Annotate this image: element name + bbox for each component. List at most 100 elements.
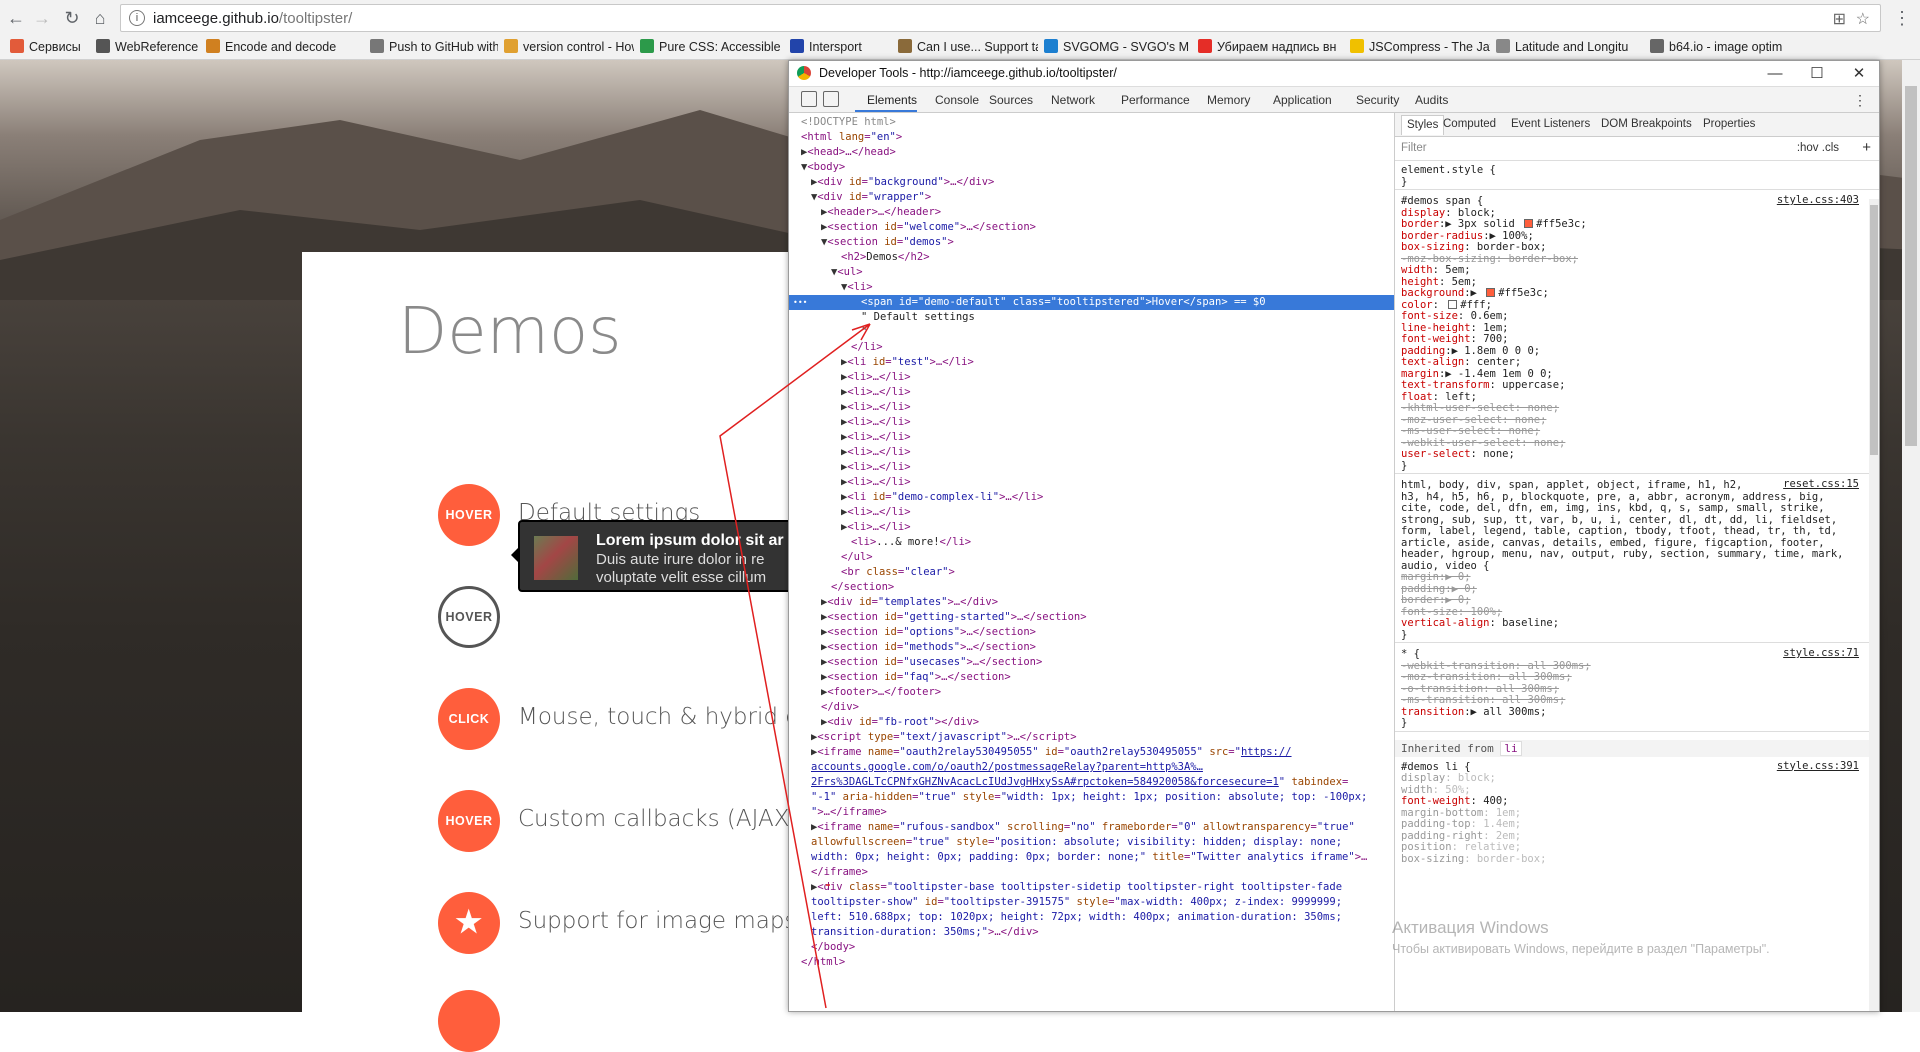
css-source-link[interactable]: style.css:391 xyxy=(1777,760,1859,772)
bookmark-item[interactable]: Latitude and Longitu xyxy=(1496,39,1628,54)
add-rule-icon[interactable]: + xyxy=(1862,139,1871,156)
tab-console[interactable]: Console xyxy=(935,93,979,107)
bookmark-item[interactable]: JSCompress - The Jav xyxy=(1350,39,1490,54)
device-toolbar-icon[interactable] xyxy=(823,91,839,107)
bookmark-item[interactable]: Убираем надпись вн xyxy=(1198,39,1336,54)
tab-sources[interactable]: Sources xyxy=(989,93,1033,107)
css-source-link[interactable]: style.css:71 xyxy=(1783,647,1859,659)
star-icon[interactable]: ★ xyxy=(438,892,500,954)
css-line[interactable]: transition:▶ all 300ms; xyxy=(1401,705,1546,719)
bookmark-item[interactable]: Intersport xyxy=(790,39,862,54)
dom-node[interactable]: </html> xyxy=(789,955,1394,970)
dom-node[interactable]: ▶<li>…</li> xyxy=(789,415,1394,430)
maximize-icon[interactable]: ☐ xyxy=(1803,63,1831,85)
address-bar[interactable]: i iamceege.github.io/tooltipster/ ☆ ⊞ xyxy=(120,4,1881,32)
dom-node[interactable]: left: 510.688px; top: 1020px; height: 72… xyxy=(789,910,1394,925)
dom-node[interactable]: ▶<li>…</li> xyxy=(789,400,1394,415)
css-line[interactable]: box-sizing: border-box; xyxy=(1401,852,1546,866)
bookmark-item[interactable]: Pure CSS: Accessible xyxy=(640,39,781,54)
dom-node[interactable]: accounts.google.com/o/oauth2/postmessage… xyxy=(789,760,1394,775)
dom-node[interactable]: ▼<div id="wrapper"> xyxy=(789,190,1394,205)
selected-dom-node[interactable]: <span id="demo-default" class="tooltipst… xyxy=(789,295,1394,310)
styles-tab-properties[interactable]: Properties xyxy=(1703,118,1755,130)
css-line[interactable]: } xyxy=(1401,628,1407,642)
close-icon[interactable]: ✕ xyxy=(1845,63,1873,85)
dom-node[interactable]: ▶<head>…</head> xyxy=(789,145,1394,160)
dom-node[interactable]: ▶<script type="text/javascript">…</scrip… xyxy=(789,730,1394,745)
dom-node[interactable]: ▶<section id="usecases">…</section> xyxy=(789,655,1394,670)
bookmark-item[interactable]: Сервисы xyxy=(10,39,81,54)
styles-tab-computed[interactable]: Computed xyxy=(1443,118,1496,130)
dom-node[interactable]: <li>...& more!</li> xyxy=(789,535,1394,550)
dom-node[interactable]: ▶<li>…</li> xyxy=(789,520,1394,535)
demo-badge[interactable]: HOVER xyxy=(438,586,500,648)
demo-badge[interactable]: HOVER xyxy=(438,484,500,546)
dom-node[interactable]: ▶<li id="demo-complex-li">…</li> xyxy=(789,490,1394,505)
dom-node[interactable]: 2Frs%3DAGLTcCPNfxGHZNvAcacLcIUdJvgHHxySs… xyxy=(789,775,1394,790)
tab-performance[interactable]: Performance xyxy=(1121,93,1190,107)
css-line[interactable]: element.style { xyxy=(1401,163,1496,177)
dom-node[interactable]: <h2>Demos</h2> xyxy=(789,250,1394,265)
dom-node[interactable]: ▶<div id="background">…</div> xyxy=(789,175,1394,190)
dom-node[interactable]: ▶<section id="welcome">…</section> xyxy=(789,220,1394,235)
translate-icon[interactable]: ⊞ xyxy=(1833,9,1846,29)
styles-tab-dom-breakpoints[interactable]: DOM Breakpoints xyxy=(1601,118,1692,130)
bookmark-item[interactable]: version control - How xyxy=(504,39,634,54)
dom-node[interactable]: ▶<li>…</li> xyxy=(789,460,1394,475)
css-line[interactable]: } xyxy=(1401,175,1407,189)
dom-node[interactable]: <!DOCTYPE html> xyxy=(789,115,1394,130)
dom-node[interactable]: ▶<li>…</li> xyxy=(789,445,1394,460)
dom-node[interactable]: allowfullscreen="true" style="position: … xyxy=(789,835,1394,850)
dom-node[interactable]: ▶<li>…</li> xyxy=(789,430,1394,445)
css-line[interactable]: user-select: none; xyxy=(1401,447,1515,461)
menu-icon[interactable]: ⋮ xyxy=(1890,6,1914,30)
dom-node[interactable]: tooltipster-show" id="tooltipster-391575… xyxy=(789,895,1394,910)
styles-tab-styles[interactable]: Styles xyxy=(1401,115,1445,135)
bookmark-item[interactable]: b64.io - image optim xyxy=(1650,39,1782,54)
inspect-icon[interactable] xyxy=(801,91,817,107)
dom-node[interactable]: transition-duration: 350ms;">…</div> xyxy=(789,925,1394,940)
dom-node[interactable]: ▶<footer>…</footer> xyxy=(789,685,1394,700)
dom-node[interactable]: ▼<section id="demos"> xyxy=(789,235,1394,250)
dom-node[interactable]: </section> xyxy=(789,580,1394,595)
elements-panel[interactable]: <!DOCTYPE html> <html lang="en"> ▶<head>…<… xyxy=(789,113,1395,1011)
more-icon[interactable]: ⋮ xyxy=(1853,92,1867,109)
dom-node[interactable]: ▶<section id="getting-started">…</sectio… xyxy=(789,610,1394,625)
dom-node[interactable]: ▼<li> xyxy=(789,280,1394,295)
dom-node[interactable]: ▶<div id="fb-root"></div> xyxy=(789,715,1394,730)
bookmark-item[interactable]: Encode and decode xyxy=(206,39,336,54)
tab-memory[interactable]: Memory xyxy=(1207,93,1250,107)
dom-node[interactable]: ▶<iframe name="oauth2relay530495055" id=… xyxy=(789,745,1394,760)
dom-node[interactable]: </body> xyxy=(789,940,1394,955)
dom-node[interactable]: ▶<li>…</li> xyxy=(789,505,1394,520)
styles-scrollbar[interactable] xyxy=(1869,199,1879,1011)
dom-node[interactable]: ▶<li id="test">…</li> xyxy=(789,355,1394,370)
back-icon[interactable]: ← xyxy=(4,6,28,30)
dom-node[interactable]: ▼<ul> xyxy=(789,265,1394,280)
tab-network[interactable]: Network xyxy=(1051,93,1095,107)
dom-node[interactable]: ▼<body> xyxy=(789,160,1394,175)
dom-node[interactable]: ▶<section id="options">…</section> xyxy=(789,625,1394,640)
dom-node[interactable]: </ul> xyxy=(789,550,1394,565)
dom-node[interactable]: ▶<header>…</header> xyxy=(789,205,1394,220)
dom-node[interactable]: </iframe> xyxy=(789,865,1394,880)
reload-icon[interactable]: ↻ xyxy=(60,6,84,30)
dom-node[interactable]: <br class="clear"> xyxy=(789,565,1394,580)
css-source-link[interactable]: reset.css:15 xyxy=(1783,478,1859,490)
dom-node[interactable]: ▶<div class="tooltipster-base tooltipste… xyxy=(789,880,1394,895)
bookmark-item[interactable]: Can I use... Support ta xyxy=(898,39,1038,54)
forward-icon[interactable]: → xyxy=(30,6,54,30)
demo-badge[interactable]: HOVER xyxy=(438,790,500,852)
tab-elements[interactable]: Elements xyxy=(867,93,917,107)
bookmark-item[interactable]: Push to GitHub witho xyxy=(370,39,498,54)
dom-node[interactable]: ▶<iframe name="rufous-sandbox" scrolling… xyxy=(789,820,1394,835)
dom-node[interactable]: ▶<li>…</li> xyxy=(789,475,1394,490)
dom-node[interactable]: ">…</iframe> xyxy=(789,805,1394,820)
dom-node[interactable]: </li> xyxy=(789,340,1394,355)
styles-filter[interactable]: Filter :hov .cls + xyxy=(1395,137,1879,161)
minimize-icon[interactable]: — xyxy=(1761,63,1789,85)
page-scrollbar[interactable] xyxy=(1902,60,1920,1012)
info-icon[interactable]: i xyxy=(129,10,145,26)
dom-node[interactable]: ▶<section id="methods">…</section> xyxy=(789,640,1394,655)
dom-node[interactable]: ▶<li>…</li> xyxy=(789,385,1394,400)
